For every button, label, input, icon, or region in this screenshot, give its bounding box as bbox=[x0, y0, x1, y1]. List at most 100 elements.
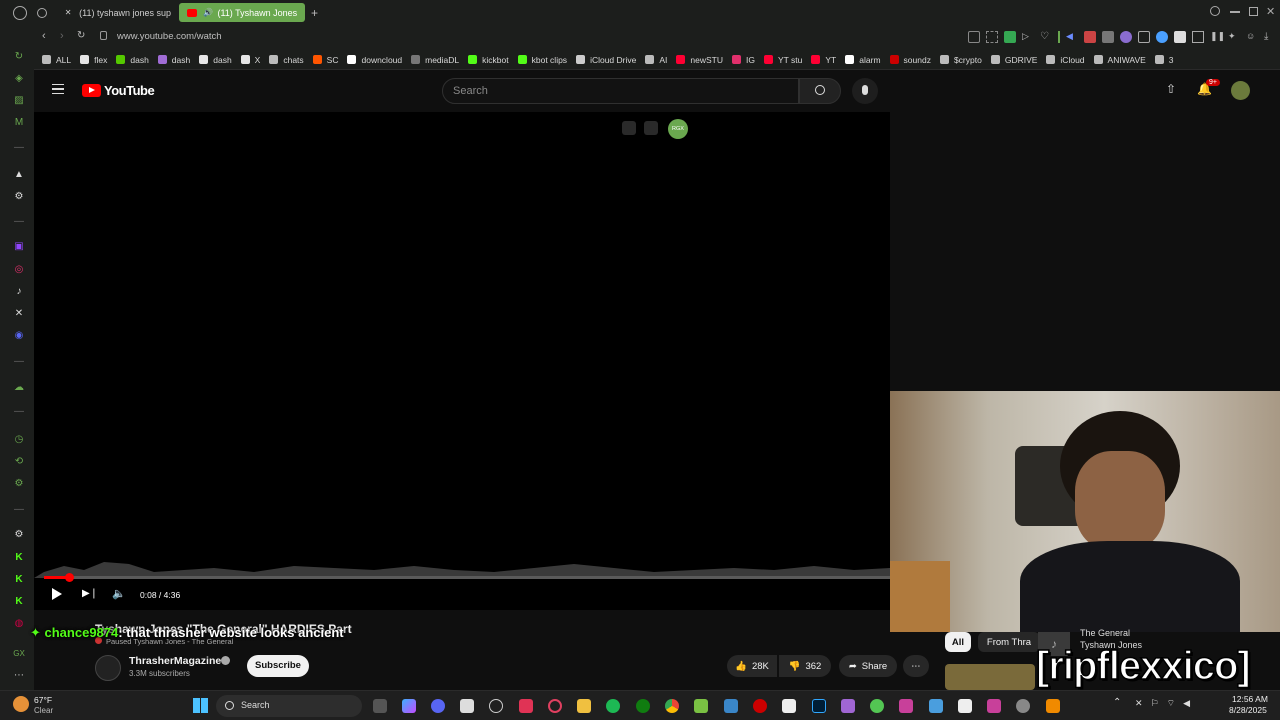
puzzle-icon[interactable]: ✦ bbox=[1228, 31, 1240, 43]
tab-tyshawn-search[interactable]: ✕ (11) tyshawn jones supre bbox=[55, 3, 179, 22]
file-explorer-icon[interactable] bbox=[577, 699, 591, 713]
pin-icon[interactable] bbox=[968, 31, 980, 43]
bookmark-item[interactable]: flex bbox=[80, 55, 107, 65]
app-taskbar-icon[interactable] bbox=[694, 699, 708, 713]
settings-taskbar-icon[interactable] bbox=[1016, 699, 1030, 713]
app-taskbar-icon[interactable] bbox=[841, 699, 855, 713]
bookmark-item[interactable]: YT stu bbox=[763, 55, 802, 65]
start-button[interactable] bbox=[193, 698, 208, 713]
notepad-icon[interactable] bbox=[929, 699, 943, 713]
photoshop-icon[interactable] bbox=[812, 699, 826, 713]
bookmark-item[interactable]: dash bbox=[116, 55, 149, 65]
bookmark-item[interactable]: iCloud Drive bbox=[576, 55, 636, 65]
gmail-ext-icon[interactable] bbox=[1084, 31, 1096, 43]
tab-youtube-active[interactable]: 🔊 (11) Tyshawn Jones " bbox=[179, 3, 305, 22]
anthropic-icon[interactable]: ▲ bbox=[12, 168, 26, 182]
volume-ext-icon[interactable]: ◀ bbox=[1066, 31, 1078, 43]
url-field[interactable]: www.youtube.com/watch bbox=[117, 31, 222, 42]
bookmark-item[interactable]: dash bbox=[157, 55, 190, 65]
bookmark-item[interactable]: dash bbox=[199, 55, 232, 65]
progress-track[interactable] bbox=[44, 573, 890, 582]
bookmark-item[interactable]: AI bbox=[645, 55, 667, 65]
browser-logo-icon[interactable] bbox=[13, 5, 27, 20]
app-taskbar-icon[interactable] bbox=[460, 699, 474, 713]
play-ext-icon[interactable]: ▷ bbox=[1022, 31, 1034, 43]
bookmark-item[interactable]: chats bbox=[269, 55, 304, 65]
copy-ext-icon[interactable] bbox=[622, 121, 636, 135]
speaker-icon[interactable]: 🔊 bbox=[203, 7, 213, 18]
gx-icon[interactable]: GX bbox=[12, 647, 26, 661]
app-taskbar-icon[interactable] bbox=[753, 699, 767, 713]
reload-icon[interactable]: ↻ bbox=[77, 30, 85, 41]
taskbar-search[interactable]: Search bbox=[216, 695, 362, 717]
youtube-logo[interactable]: YouTube bbox=[82, 83, 155, 98]
profile-ext-icon[interactable]: ☺ bbox=[1246, 31, 1258, 43]
rgx-badge[interactable]: RGX bbox=[668, 119, 688, 139]
tray-icons[interactable]: ✕⚐⌔◀ bbox=[1135, 698, 1198, 709]
download-icon[interactable]: ⤓ bbox=[1264, 31, 1276, 43]
search-input[interactable]: Search bbox=[442, 78, 799, 104]
discord-icon[interactable]: ◉ bbox=[12, 329, 26, 343]
bookmark-item[interactable]: X bbox=[240, 55, 260, 65]
bookmark-item[interactable]: ANIWAVE bbox=[1093, 55, 1146, 65]
instagram-icon[interactable]: ◎ bbox=[12, 263, 26, 277]
filter-chip-all[interactable]: All bbox=[945, 632, 971, 652]
tray-chevron-icon[interactable]: ⌃ bbox=[1113, 697, 1121, 708]
bookmark-item[interactable]: alarm bbox=[845, 55, 881, 65]
ext-icon[interactable] bbox=[1156, 31, 1168, 43]
bookmark-item[interactable]: ALL bbox=[42, 55, 71, 65]
pause-ext-icon[interactable]: ❚❚ bbox=[1210, 31, 1225, 43]
app-taskbar-icon[interactable] bbox=[489, 699, 503, 713]
login-ext-icon[interactable] bbox=[644, 121, 658, 135]
spotify-icon[interactable] bbox=[606, 699, 620, 713]
more-actions-button[interactable]: ⋯ bbox=[903, 655, 929, 677]
bookmark-item[interactable]: newSTU bbox=[676, 55, 723, 65]
vlc-icon[interactable] bbox=[1046, 699, 1060, 713]
layers-icon[interactable]: ◈ bbox=[12, 72, 26, 86]
progress-scrubber[interactable] bbox=[64, 573, 74, 582]
task-view-icon[interactable] bbox=[373, 699, 387, 713]
kick-icon[interactable]: K bbox=[12, 551, 26, 565]
search-tabs-icon[interactable] bbox=[1210, 6, 1220, 16]
bookmark-item[interactable]: kbot clips bbox=[517, 55, 567, 65]
copilot-icon[interactable] bbox=[402, 699, 416, 713]
app-taskbar-icon[interactable] bbox=[987, 699, 1001, 713]
refresh-sidebar-icon[interactable]: ↻ bbox=[12, 50, 26, 64]
bookmark-item[interactable]: downcloud bbox=[347, 55, 402, 65]
dislike-button[interactable]: 👎 362 bbox=[779, 655, 831, 677]
bookmark-item[interactable]: $crypto bbox=[939, 55, 982, 65]
kick-icon[interactable]: K bbox=[12, 573, 26, 587]
soundcloud-icon[interactable]: ☁ bbox=[12, 381, 26, 395]
opera-gx-taskbar-icon[interactable] bbox=[548, 699, 562, 713]
x-social-icon[interactable]: ✕ bbox=[12, 307, 26, 321]
xbox-icon[interactable] bbox=[636, 699, 650, 713]
more-icon[interactable]: ⋯ bbox=[12, 669, 26, 683]
ext-icon[interactable] bbox=[1102, 31, 1114, 43]
bookmark-item[interactable]: YT bbox=[811, 55, 836, 65]
avatar[interactable] bbox=[1231, 81, 1250, 100]
tiktok-taskbar-icon[interactable] bbox=[519, 699, 533, 713]
back-icon[interactable]: ‹ bbox=[42, 30, 46, 42]
heart-icon[interactable]: ♡ bbox=[1040, 31, 1052, 43]
ext-icon[interactable] bbox=[1192, 31, 1204, 43]
weather-icon[interactable] bbox=[13, 696, 29, 712]
ext-icon[interactable] bbox=[1138, 31, 1150, 43]
chrome-icon[interactable] bbox=[665, 699, 679, 713]
volume-icon[interactable]: 🔈 bbox=[112, 587, 126, 600]
screenshot-icon[interactable] bbox=[986, 31, 998, 43]
new-tab-button[interactable]: + bbox=[311, 6, 318, 20]
settings-icon[interactable]: ⚙ bbox=[12, 477, 26, 491]
bookmark-item[interactable]: 3 bbox=[1154, 55, 1174, 65]
bookmark-item[interactable]: soundz bbox=[889, 55, 931, 65]
subscribe-button[interactable]: Subscribe bbox=[247, 655, 309, 677]
bookmark-item[interactable]: GDRIVE bbox=[990, 55, 1037, 65]
app-taskbar-icon[interactable] bbox=[899, 699, 913, 713]
minimize-button[interactable] bbox=[1230, 11, 1240, 13]
capcut-icon[interactable] bbox=[958, 699, 972, 713]
discord-taskbar-icon[interactable] bbox=[431, 699, 445, 713]
twitch-icon[interactable]: ▣ bbox=[12, 240, 26, 254]
tiktok-icon[interactable]: ♪ bbox=[12, 285, 26, 299]
channel-avatar[interactable] bbox=[95, 655, 121, 681]
kick-icon[interactable]: K bbox=[12, 595, 26, 609]
like-button[interactable]: 👍 28K bbox=[727, 655, 777, 677]
